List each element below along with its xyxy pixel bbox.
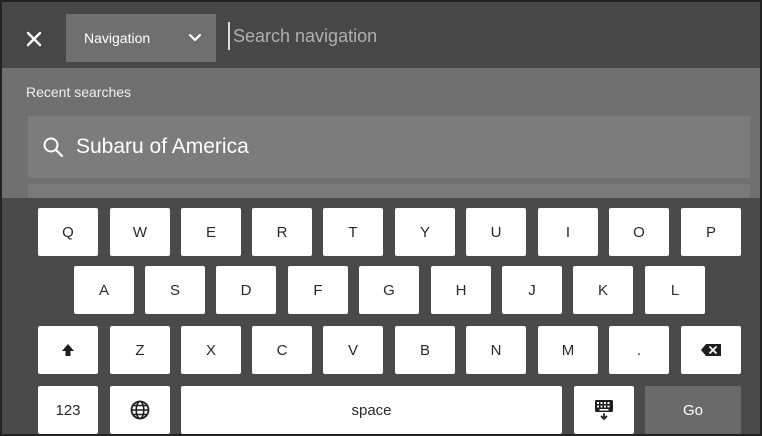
recent-search-item[interactable]: Subaru of America (28, 116, 750, 178)
key-f[interactable]: F (288, 266, 348, 314)
key-s[interactable]: S (145, 266, 205, 314)
key-b[interactable]: B (395, 326, 455, 374)
key-n[interactable]: N (466, 326, 526, 374)
recent-searches-heading: Recent searches (26, 84, 132, 100)
key-m[interactable]: M (538, 326, 598, 374)
key-k[interactable]: K (573, 266, 633, 314)
key-j[interactable]: J (502, 266, 562, 314)
key-a[interactable]: A (74, 266, 134, 314)
key-q[interactable]: Q (38, 208, 98, 256)
key-d[interactable]: D (216, 266, 276, 314)
on-screen-keyboard: Q W E R T Y U I O P A S D F G H J K L Z … (2, 198, 760, 434)
key-w[interactable]: W (110, 208, 170, 256)
backspace-key[interactable] (681, 326, 741, 374)
search-input[interactable] (233, 25, 713, 47)
key-t[interactable]: T (323, 208, 383, 256)
search-header: Navigation (2, 2, 760, 68)
numbers-key[interactable]: 123 (38, 386, 98, 434)
close-button[interactable] (14, 20, 54, 56)
key-e[interactable]: E (181, 208, 241, 256)
category-dropdown-label: Navigation (84, 30, 151, 46)
key-v[interactable]: V (323, 326, 383, 374)
recent-search-label: Subaru of America (76, 135, 249, 158)
backspace-icon (701, 344, 721, 356)
text-cursor (228, 22, 230, 50)
go-button[interactable]: Go (645, 386, 741, 434)
language-key[interactable] (110, 386, 170, 434)
hide-keyboard-icon (595, 400, 613, 420)
key-u[interactable]: U (466, 208, 526, 256)
key-l[interactable]: L (645, 266, 705, 314)
key-r[interactable]: R (252, 208, 312, 256)
key-p[interactable]: P (681, 208, 741, 256)
search-field[interactable] (228, 22, 728, 50)
hide-keyboard-key[interactable] (574, 386, 634, 434)
shift-icon (62, 344, 74, 356)
key-period[interactable]: . (609, 326, 669, 374)
key-i[interactable]: I (538, 208, 598, 256)
search-icon (43, 137, 64, 158)
list-item[interactable] (28, 184, 750, 198)
key-x[interactable]: X (181, 326, 241, 374)
screen: Navigation Recent searches Subaru of Ame… (0, 0, 762, 436)
key-o[interactable]: O (609, 208, 669, 256)
globe-icon (130, 400, 150, 420)
key-y[interactable]: Y (395, 208, 455, 256)
close-icon (26, 31, 42, 47)
key-g[interactable]: G (359, 266, 419, 314)
category-dropdown[interactable]: Navigation (66, 14, 216, 62)
key-c[interactable]: C (252, 326, 312, 374)
key-h[interactable]: H (431, 266, 491, 314)
shift-key[interactable] (38, 326, 98, 374)
chevron-down-icon (188, 33, 202, 42)
results-panel: Recent searches Subaru of America (2, 68, 760, 198)
space-key[interactable]: space (181, 386, 562, 434)
key-z[interactable]: Z (110, 326, 170, 374)
